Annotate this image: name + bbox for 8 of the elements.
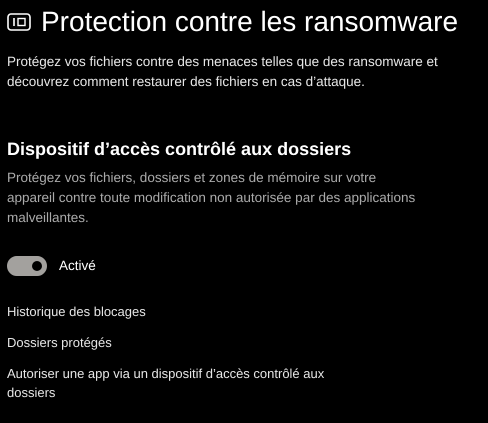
settings-link[interactable]: Autoriser une app via un dispositif d’accès contrôlé aux dossiers	[7, 364, 357, 402]
page-title: Protection contre les ransomware	[41, 5, 458, 39]
settings-link[interactable]: Historique des blocages	[7, 302, 357, 322]
settings-link[interactable]: Dossiers protégés	[7, 333, 357, 352]
page-description: Protégez vos fichiers contre des menaces telles que des ransomware et découvrez comment restaurer des fichiers en cas d’attaque.	[7, 53, 439, 91]
section-description: Protégez vos fichiers, dossiers et zones de mémoire sur votre appareil contre toute modification non autorisée par des applications malveillantes.	[7, 169, 416, 227]
section-title: Dispositif d’accès contrôlé aux dossiers	[7, 138, 352, 161]
toggle-label: Activé	[59, 257, 96, 275]
